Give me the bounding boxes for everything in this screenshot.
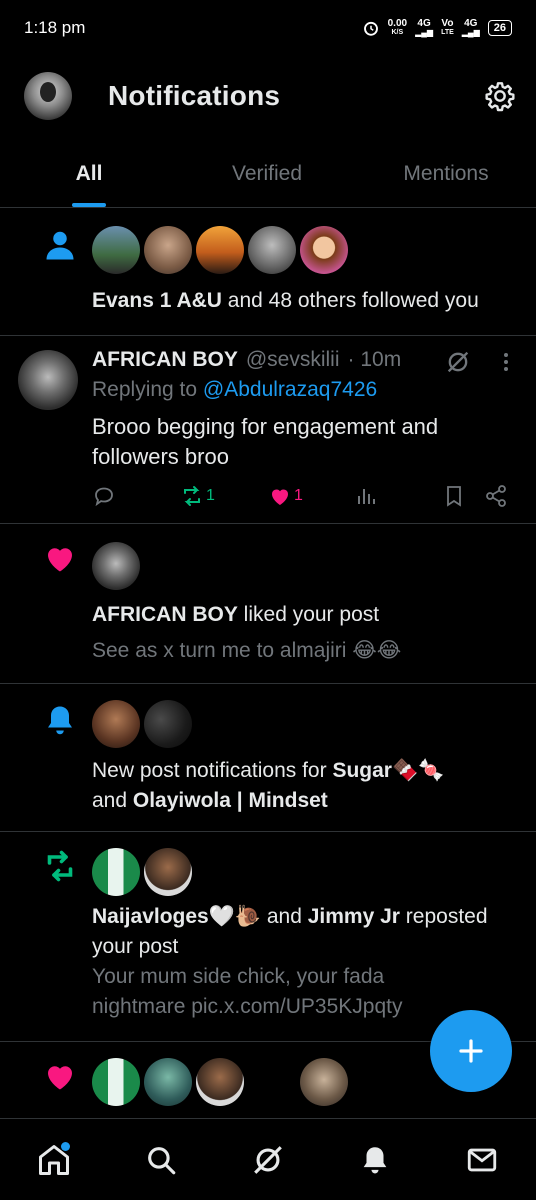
notification-repost[interactable]: Naijavloges🤍🐌 and Jimmy Jr reposted your… — [0, 832, 536, 1042]
post-header: AFRICAN BOY @sevskilii · 10m — [92, 348, 402, 371]
app-header: Notifications — [0, 60, 536, 136]
post-preview: Your mum side chick, your fada nightmare… — [92, 965, 403, 1018]
network-speed: 0.00 K/S — [387, 18, 408, 37]
notification-follow[interactable]: Evans 1 A&U and 48 others followed you — [0, 208, 536, 336]
status-time: 1:18 pm — [24, 18, 86, 37]
like-count: 1 — [294, 487, 303, 504]
profile-avatar[interactable] — [24, 72, 72, 120]
tab-verified[interactable]: Verified — [178, 148, 356, 207]
avatar[interactable] — [144, 1058, 192, 1106]
repost-button[interactable]: 1 — [180, 484, 215, 508]
signal-4g-1: 4G ▂▄▆ — [415, 18, 434, 38]
avatar[interactable] — [248, 226, 296, 274]
alarm-icon — [363, 21, 378, 36]
reposter-avatars — [92, 848, 192, 896]
notification-new-posts[interactable]: New post notifications for Sugar🍫🍬 and Ol… — [0, 684, 536, 832]
like-text: AFRICAN BOY liked your post — [92, 603, 380, 626]
account-avatars — [92, 700, 192, 748]
repost-count: 1 — [206, 487, 215, 504]
avatar[interactable] — [92, 848, 140, 896]
avatar[interactable] — [300, 1058, 348, 1106]
status-icons: 0.00 K/S 4G ▂▄▆ Vo LTE 4G ▂▄▆ 26 — [362, 19, 512, 37]
bookmark-button[interactable] — [442, 484, 466, 508]
avatar[interactable] — [92, 700, 140, 748]
volte-indicator: Vo LTE — [441, 18, 454, 37]
heart-icon — [48, 1066, 72, 1090]
replying-to: Replying to @Abdulrazaq7426 — [92, 378, 378, 401]
post-preview: See as x turn me to almajiri 😂😂 — [92, 639, 402, 662]
heart-icon — [272, 489, 288, 505]
liker-avatars — [92, 1058, 348, 1106]
grok-icon — [254, 1145, 282, 1174]
nav-home[interactable] — [32, 1138, 76, 1182]
repost-text: Naijavloges🤍🐌 and Jimmy Jr reposted your… — [92, 905, 488, 958]
notification-reply-post[interactable]: AFRICAN BOY @sevskilii · 10m Replying to… — [0, 336, 536, 524]
avatar[interactable] — [144, 848, 192, 896]
reply-icon — [95, 487, 113, 507]
battery-icon: 26 — [487, 20, 512, 36]
new-posts-text: New post notifications for Sugar🍫🍬 and Ol… — [92, 759, 445, 812]
follower-avatars — [92, 226, 348, 274]
nav-grok[interactable] — [246, 1138, 290, 1182]
avatar[interactable] — [196, 1058, 244, 1106]
avatar[interactable] — [92, 542, 140, 590]
page-title: Notifications — [108, 80, 281, 111]
more-icon[interactable] — [496, 350, 516, 374]
share-icon — [486, 485, 506, 507]
reply-button[interactable] — [92, 484, 116, 508]
gear-icon[interactable] — [484, 80, 516, 112]
compose-post-button[interactable] — [430, 1010, 512, 1092]
avatar[interactable] — [144, 700, 192, 748]
bookmark-icon — [447, 486, 461, 507]
share-button[interactable] — [484, 484, 508, 508]
home-unread-dot — [60, 1141, 70, 1151]
notification-like[interactable]: AFRICAN BOY liked your post See as x tur… — [0, 524, 536, 684]
like-button[interactable]: 1 — [268, 484, 303, 508]
replying-handle-link[interactable]: @Abdulrazaq7426 — [203, 378, 377, 401]
grok-icon[interactable] — [444, 348, 472, 376]
avatar[interactable] — [300, 226, 348, 274]
signal-4g-2: 4G ▂▄▆ — [461, 18, 480, 38]
avatar[interactable] — [92, 226, 140, 274]
tab-bar: All Verified Mentions — [0, 148, 536, 208]
bottom-navigation — [0, 1118, 536, 1200]
avatar[interactable] — [92, 1058, 140, 1106]
post-actions: 1 1 — [92, 484, 512, 512]
views-button[interactable] — [354, 484, 378, 508]
liker-avatars — [92, 542, 140, 590]
bell-icon — [48, 706, 72, 735]
follow-text: Evans 1 A&U and 48 others followed you — [92, 289, 479, 312]
avatar[interactable] — [196, 226, 244, 274]
tab-mentions[interactable]: Mentions — [356, 148, 536, 207]
nav-search[interactable] — [139, 1138, 183, 1182]
plus-icon — [459, 1039, 483, 1063]
avatar[interactable] — [18, 350, 78, 410]
nav-messages[interactable] — [460, 1138, 504, 1182]
analytics-icon — [358, 489, 375, 504]
repost-icon — [184, 486, 200, 506]
repost-icon — [47, 850, 73, 882]
bell-icon — [363, 1146, 387, 1173]
person-icon — [46, 231, 74, 260]
avatar[interactable] — [144, 226, 192, 274]
heart-icon — [48, 548, 72, 572]
nav-notifications[interactable] — [353, 1138, 397, 1182]
status-bar: 1:18 pm 0.00 K/S 4G ▂▄▆ Vo LTE 4G ▂▄▆ 26 — [0, 0, 536, 56]
mail-icon — [468, 1148, 497, 1171]
search-icon — [147, 1146, 176, 1174]
tab-all[interactable]: All — [0, 148, 178, 207]
post-text: Brooo begging for engagement and followe… — [92, 414, 439, 469]
